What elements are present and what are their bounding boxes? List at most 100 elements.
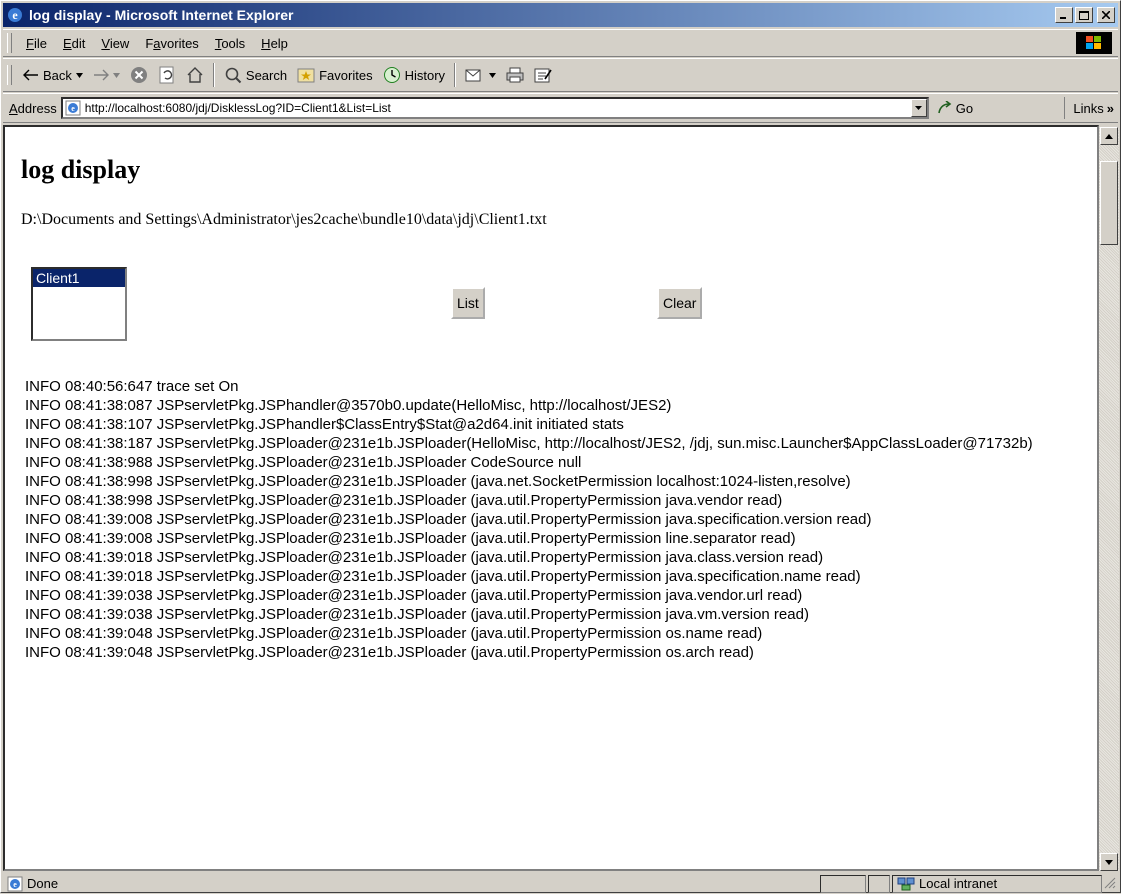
- menu-edit-accel: E: [62, 35, 72, 51]
- browser-window: e log display - Microsoft Internet Explo…: [0, 0, 1121, 893]
- go-arrow-icon: [937, 101, 952, 114]
- scrollbar-thumb[interactable]: [1100, 161, 1118, 245]
- links-button[interactable]: Links »: [1064, 97, 1114, 119]
- toolbar-separator: [212, 63, 215, 87]
- status-cell: [868, 874, 890, 893]
- menu-favorites-label: vorites: [160, 35, 199, 51]
- minimize-icon: [1060, 17, 1066, 19]
- menu-view[interactable]: View: [93, 36, 137, 51]
- history-button[interactable]: History: [378, 62, 450, 88]
- page-viewport: log display D:\Documents and Settings\Ad…: [3, 125, 1099, 871]
- chevron-down-icon: [112, 72, 120, 78]
- log-line: INFO 08:41:39:038 JSPservletPkg.JSPloade…: [25, 587, 803, 604]
- log-line: INFO 08:41:39:048 JSPservletPkg.JSPloade…: [25, 644, 754, 661]
- stop-icon: [130, 67, 147, 83]
- minimize-button[interactable]: [1055, 7, 1073, 23]
- security-zone[interactable]: Local intranet: [892, 874, 1102, 893]
- menu-view-label: iew: [109, 35, 130, 51]
- close-button[interactable]: [1097, 7, 1115, 23]
- status-main: e Done: [3, 876, 820, 892]
- menubar-grip[interactable]: [7, 33, 12, 53]
- log-line: INFO 08:41:38:187 JSPservletPkg.JSPloade…: [25, 435, 1033, 452]
- clear-button[interactable]: Clear: [657, 287, 703, 319]
- refresh-button[interactable]: [153, 62, 181, 88]
- log-line: INFO 08:41:39:048 JSPservletPkg.JSPloade…: [25, 625, 763, 642]
- scroll-up-button[interactable]: [1100, 127, 1118, 145]
- refresh-icon: [159, 66, 174, 84]
- print-button[interactable]: [501, 62, 529, 88]
- address-bar: Address e http://localhost:6080/jdj/Disk…: [3, 93, 1118, 123]
- menu-file-label: ile: [33, 35, 47, 51]
- address-label-accel: A: [9, 100, 18, 116]
- search-icon: [225, 67, 242, 84]
- log-line: INFO 08:41:39:008 JSPservletPkg.JSPloade…: [25, 530, 796, 547]
- log-line: INFO 08:41:38:087 JSPservletPkg.JSPhandl…: [25, 397, 672, 414]
- log-file-path: D:\Documents and Settings\Administrator\…: [21, 211, 547, 228]
- log-line: INFO 08:40:56:647 trace set On: [25, 378, 239, 395]
- go-button[interactable]: Go: [937, 101, 973, 116]
- back-button[interactable]: Back: [18, 62, 88, 88]
- log-line: INFO 08:41:38:998 JSPservletPkg.JSPloade…: [25, 473, 851, 490]
- edit-icon: [534, 68, 552, 83]
- maximize-button[interactable]: [1075, 7, 1093, 23]
- chevron-down-icon: [1105, 859, 1113, 865]
- listbox-option-selected[interactable]: Client1: [33, 269, 125, 287]
- back-label: Back: [43, 67, 72, 83]
- chevron-down-icon: [915, 106, 923, 110]
- forward-arrow-icon: [93, 69, 109, 81]
- double-chevron-right-icon: »: [1106, 100, 1114, 116]
- scroll-down-button[interactable]: [1100, 853, 1118, 871]
- address-label-text: ddress: [17, 100, 57, 116]
- log-line: INFO 08:41:39:038 JSPservletPkg.JSPloade…: [25, 606, 809, 623]
- log-line: INFO 08:41:38:107 JSPservletPkg.JSPhandl…: [25, 416, 624, 433]
- menu-help-accel: H: [261, 35, 271, 51]
- mail-button[interactable]: [460, 62, 501, 88]
- menu-edit[interactable]: Edit: [55, 36, 93, 51]
- status-bar: e Done Local intranet: [3, 873, 1118, 894]
- log-form: Client1 List Clear: [15, 267, 1085, 345]
- toolbar-separator: [454, 63, 457, 87]
- edit-page-button[interactable]: [529, 62, 557, 88]
- client-listbox[interactable]: Client1: [31, 267, 127, 341]
- maximize-icon: [1079, 10, 1089, 20]
- search-label: Search: [245, 67, 288, 83]
- search-button[interactable]: Search: [219, 62, 292, 88]
- vertical-scrollbar[interactable]: [1099, 125, 1119, 871]
- log-line: INFO 08:41:39:018 JSPservletPkg.JSPloade…: [25, 568, 861, 585]
- stop-button[interactable]: [125, 62, 153, 88]
- menu-file[interactable]: File: [18, 36, 55, 51]
- history-icon: [383, 67, 400, 83]
- address-dropdown-button[interactable]: [910, 99, 927, 117]
- home-icon: [187, 67, 203, 83]
- page-icon: e: [65, 100, 81, 116]
- home-button[interactable]: [181, 62, 209, 88]
- standard-toolbar: Back Search Favorites History: [3, 58, 1118, 92]
- menu-file-accel: F: [26, 35, 34, 51]
- address-input[interactable]: e http://localhost:6080/jdj/DisklessLog?…: [60, 97, 929, 119]
- svg-text:e: e: [12, 8, 18, 22]
- svg-text:e: e: [71, 104, 75, 113]
- title-bar[interactable]: e log display - Microsoft Internet Explo…: [3, 3, 1118, 27]
- log-line: INFO 08:41:39:008 JSPservletPkg.JSPloade…: [25, 511, 872, 528]
- mail-icon: [465, 69, 481, 82]
- list-button[interactable]: List: [451, 287, 485, 319]
- toolbar-grip[interactable]: [7, 65, 12, 85]
- resize-grip-icon[interactable]: [1102, 875, 1118, 893]
- menu-favorites[interactable]: Favorites: [137, 36, 206, 51]
- log-line: INFO 08:41:39:018 JSPservletPkg.JSPloade…: [25, 549, 824, 566]
- address-label: Address: [9, 101, 57, 116]
- go-label: Go: [955, 100, 974, 116]
- chevron-up-icon: [1105, 133, 1113, 139]
- menu-edit-label: dit: [71, 35, 86, 51]
- page-heading: log display: [21, 155, 141, 184]
- menu-help[interactable]: Help: [253, 36, 296, 51]
- history-label: History: [404, 67, 446, 83]
- menu-tools-label: ools: [221, 35, 246, 51]
- status-text: Done: [27, 876, 59, 891]
- favorites-button[interactable]: Favorites: [292, 62, 377, 88]
- menu-tools[interactable]: Tools: [207, 36, 253, 51]
- svg-text:e: e: [13, 880, 17, 889]
- windows-logo-icon: [1076, 32, 1112, 54]
- forward-button[interactable]: [88, 62, 125, 88]
- close-icon: [1102, 11, 1110, 19]
